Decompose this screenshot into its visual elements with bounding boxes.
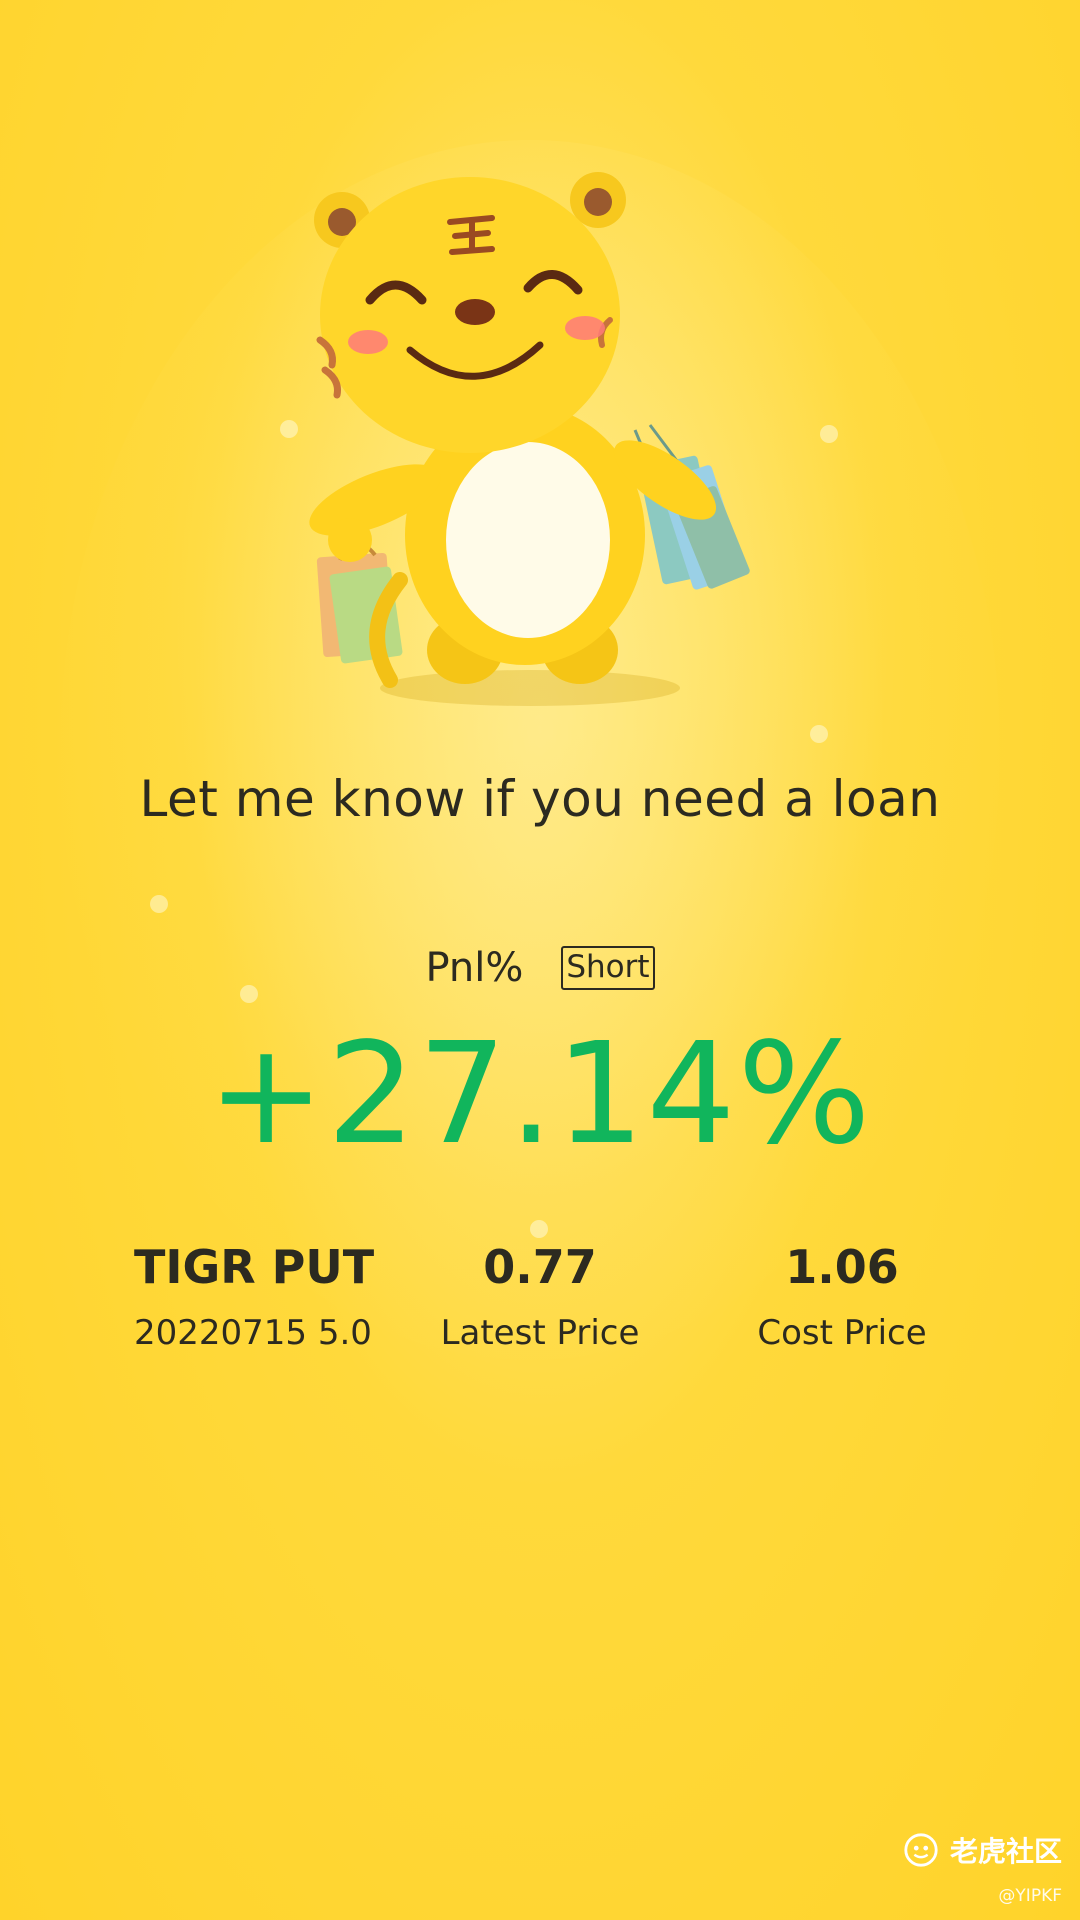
watermark-handle: @YIPKF — [998, 1886, 1062, 1906]
tiger-mascot-illustration — [309, 172, 750, 706]
watermark-brand: 老虎社区 — [949, 1835, 1062, 1868]
pnl-header: Pnl% Short — [0, 945, 1080, 991]
community-watermark: 老虎社区 — [902, 1830, 1062, 1870]
latest-price-value: 0.77 — [483, 1240, 597, 1294]
latest-price-label: Latest Price — [440, 1313, 640, 1354]
sparkle — [150, 895, 168, 913]
contract-detail: 20220715 5.0 — [134, 1313, 372, 1354]
latest-price-info: 0.77 Latest Price — [420, 1240, 660, 1354]
cost-price-value: 1.06 — [785, 1240, 899, 1294]
headline-text: Let me know if you need a loan — [139, 770, 941, 828]
position-type-badge: Short — [561, 946, 655, 990]
cost-price-label: Cost Price — [757, 1313, 927, 1354]
sparkle — [530, 1220, 548, 1238]
contract-name: TIGR PUT — [134, 1240, 375, 1294]
cost-price-info: 1.06 Cost Price — [722, 1240, 962, 1354]
pnl-percentage: +27.14% — [207, 1013, 873, 1176]
contract-info: TIGR PUT 20220715 5.0 — [134, 1240, 374, 1354]
sparkle — [810, 725, 828, 743]
tiger-community-logo-icon — [904, 1833, 938, 1867]
pnl-label: Pnl% — [425, 945, 524, 991]
sparkle — [820, 425, 838, 443]
